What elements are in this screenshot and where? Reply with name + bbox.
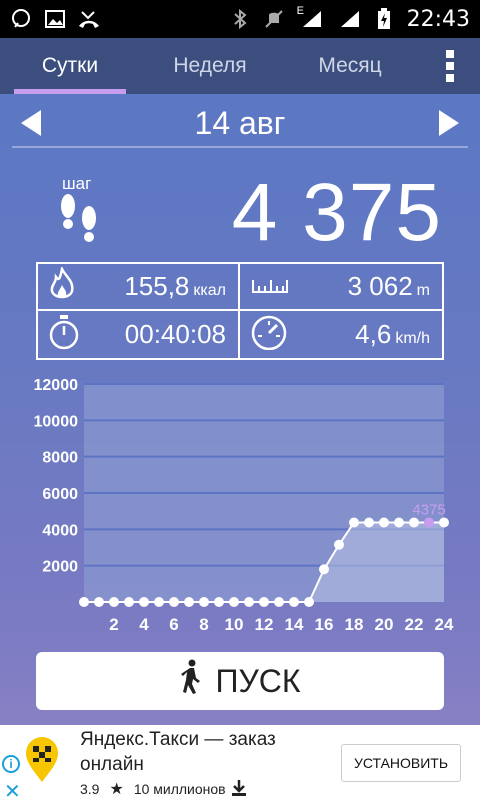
signal-icon: [339, 9, 361, 29]
chart-x-tick-label: 8: [199, 615, 208, 634]
duration-stat: 00:40:08: [38, 311, 240, 358]
ad-title: Яндекс.Такси — заказ онлайн: [80, 729, 276, 775]
steps-count: 4 375: [231, 167, 442, 258]
footprints-icon: [56, 192, 104, 255]
chart-point: [229, 597, 239, 607]
chart-y-tick-label: 2000: [42, 559, 78, 576]
gallery-icon: [44, 9, 66, 29]
current-date: 14 авг: [194, 104, 286, 141]
chart-x-tick-label: 4: [139, 615, 149, 634]
ad-meta: 3.9 ★ 10 миллионов: [80, 779, 246, 799]
duration-value: 00:40:08: [124, 319, 226, 349]
status-bar: E 22:43: [0, 0, 480, 38]
chart-x-tick-label: 18: [345, 615, 364, 634]
calories-value: 155,8: [124, 271, 190, 301]
chart-point: [244, 597, 254, 607]
chart-x-tick-label: 22: [405, 615, 424, 634]
chart-point: [259, 597, 269, 607]
signal-e-icon: E: [297, 5, 327, 29]
chart-point: [154, 597, 164, 607]
tab-month[interactable]: Месяц: [280, 38, 420, 94]
missed-call-icon: [78, 9, 100, 29]
chart-x-tick-label: 6: [169, 615, 178, 634]
chart-point: [364, 517, 374, 528]
chart-point: [394, 517, 404, 528]
chart-point: [379, 517, 389, 528]
distance-stat: 3 062 m: [240, 264, 442, 311]
chart-data-label: 4375: [412, 502, 445, 519]
overflow-menu-icon[interactable]: [420, 38, 480, 94]
period-tabs: Сутки Неделя Месяц: [0, 38, 480, 94]
chart-x-tick-label: 24: [435, 615, 454, 634]
chart-x-tick-label: 20: [375, 615, 394, 634]
next-date-arrow-icon[interactable]: [428, 103, 468, 143]
chart-point: [319, 564, 329, 575]
chart-x-tick-label: 14: [285, 615, 304, 634]
chart-point: [184, 597, 194, 607]
chart-y-tick-label: 6000: [42, 486, 78, 503]
ad-installs: 10 миллионов: [133, 781, 226, 797]
ad-rating: 3.9: [80, 781, 100, 797]
ad-info-icon[interactable]: i: [2, 755, 20, 773]
calories-stat: 155,8 ккал: [38, 264, 240, 311]
chart-y-tick-label: 4000: [42, 522, 78, 539]
clock: 22:43: [406, 6, 470, 32]
chart-point: [139, 597, 149, 607]
tab-week[interactable]: Неделя: [140, 38, 280, 94]
chart-point: [199, 597, 209, 607]
hourly-steps-chart: 1200010000800060004000200043752 4 6 8 10 12 14…: [34, 377, 454, 634]
chart-y-tick-label: 10000: [34, 413, 79, 430]
speed-unit: km/h: [395, 330, 430, 347]
start-button-label: ПУСК: [215, 662, 301, 699]
date-navigator: 14 авг: [12, 100, 468, 148]
distance-value: 3 062: [347, 271, 413, 301]
speed-value: 4,6: [355, 319, 392, 349]
calories-unit: ккал: [193, 282, 226, 299]
chart-point: [289, 597, 299, 607]
stats-grid: 155,8 ккал 3 062 m 00:40:08 4,6 km/h: [36, 262, 444, 360]
chart-point: [349, 517, 359, 528]
chart-point: [409, 517, 419, 528]
chart-point: [169, 597, 179, 607]
taxi-app-logo-icon: [24, 735, 60, 788]
flame-icon: [48, 265, 76, 306]
chart-y-tick-label: 8000: [42, 450, 78, 467]
chart-point: [304, 597, 314, 607]
steps-label: шаг: [62, 174, 92, 193]
speed-stat: 4,6 km/h: [240, 311, 442, 358]
ruler-icon: [250, 274, 290, 299]
bluetooth-icon: [229, 9, 251, 29]
chart-point: [424, 517, 434, 528]
chart-point: [334, 539, 344, 550]
chart-x-tick-label: 10: [225, 615, 244, 634]
chart-y-tick-label: 12000: [34, 377, 79, 394]
install-button[interactable]: УСТАНОВИТЬ: [341, 744, 461, 782]
download-icon: [231, 779, 246, 799]
tab-day[interactable]: Сутки: [0, 38, 140, 94]
distance-unit: m: [416, 282, 430, 299]
previous-date-arrow-icon[interactable]: [12, 103, 52, 143]
chart-point: [439, 517, 449, 528]
battery-charging-icon: [373, 8, 395, 29]
chart-x-tick-label: 12: [255, 615, 274, 634]
ad-banner[interactable]: i ✕ Яндекс.Такси — заказ онлайн 3.9 ★ 10…: [0, 725, 480, 800]
stopwatch-icon: [48, 314, 80, 355]
chart-x-tick-label: 2: [109, 615, 118, 634]
chart-point: [94, 597, 104, 607]
network-label: E: [296, 5, 304, 17]
walking-person-icon: [179, 659, 203, 703]
messenger-icon: [10, 9, 32, 29]
steps-summary: шаг 4 375: [50, 167, 460, 260]
chart-point: [214, 597, 224, 607]
chart-point: [124, 597, 134, 607]
mute-icon: [263, 9, 285, 29]
chart-point: [109, 597, 119, 607]
ad-close-icon[interactable]: ✕: [4, 779, 21, 800]
speedometer-icon: [250, 314, 288, 355]
chart-x-tick-label: 16: [315, 615, 334, 634]
chart-point: [274, 597, 284, 607]
chart-point: [79, 597, 89, 607]
star-icon: ★: [109, 781, 124, 798]
start-button[interactable]: ПУСК: [36, 652, 444, 710]
